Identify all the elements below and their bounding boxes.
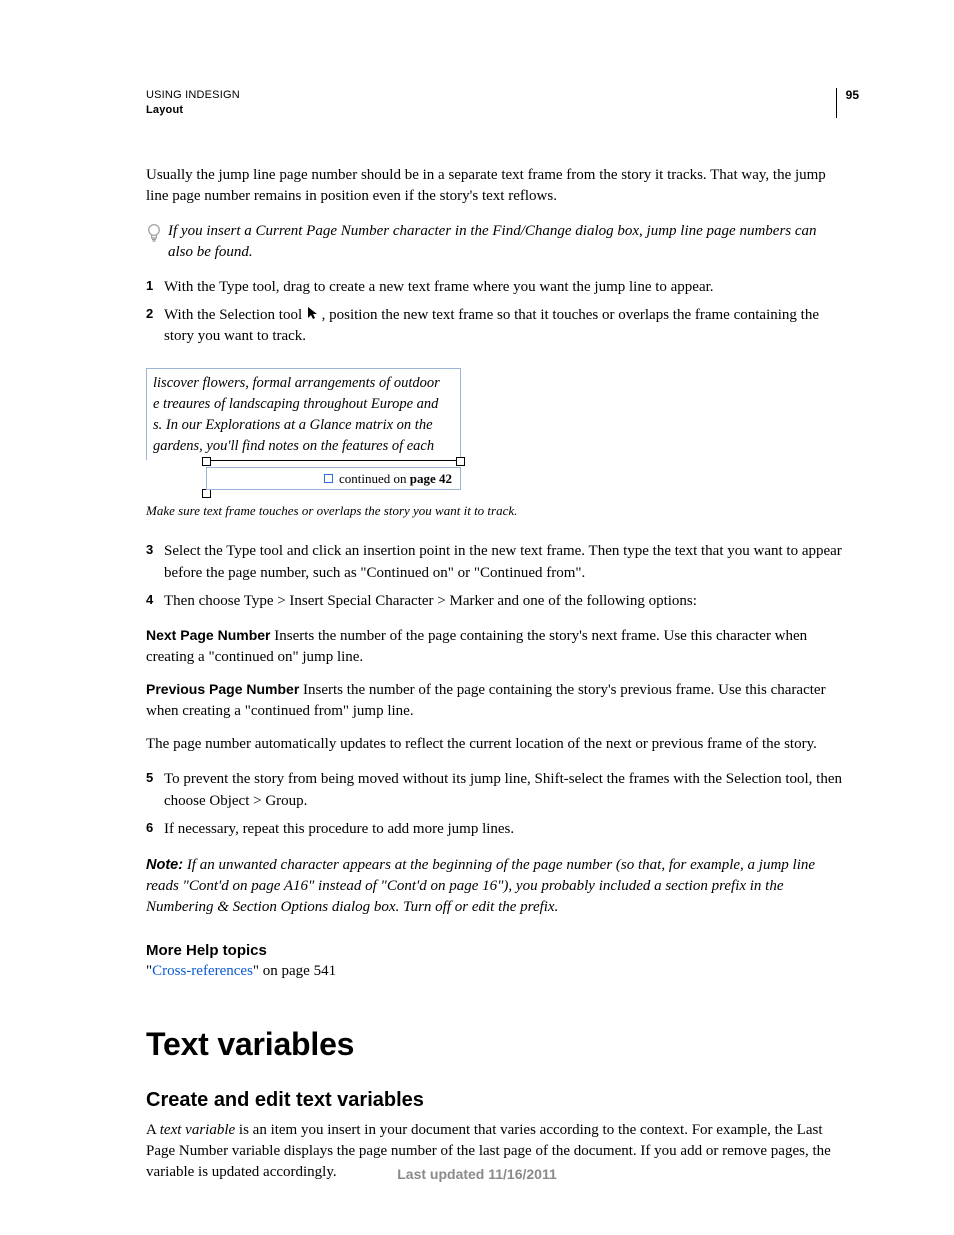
option-prev-page: Previous Page Number Inserts the number …	[146, 680, 844, 722]
subsection-heading: Create and edit text variables	[146, 1089, 844, 1112]
steps-1-2: With the Type tool, drag to create a new…	[146, 277, 844, 348]
lightbulb-icon	[146, 221, 162, 250]
jump-text: continued on	[339, 471, 410, 486]
frame-handle-icon	[202, 457, 211, 466]
step-4: Then choose Type > Insert Special Charac…	[146, 591, 844, 613]
step-6: If necessary, repeat this procedure to a…	[146, 819, 844, 841]
auto-update-paragraph: The page number automatically updates to…	[146, 734, 844, 755]
note-label: Note:	[146, 857, 183, 873]
step-2: With the Selection tool , position the n…	[146, 305, 844, 349]
tv-term: text variable	[160, 1122, 235, 1138]
section-heading: Text variables	[146, 1026, 844, 1063]
xref-suffix: " on page 541	[253, 963, 336, 979]
intro-paragraph: Usually the jump line page number should…	[146, 165, 844, 207]
step-5: To prevent the story from being moved wi…	[146, 769, 844, 813]
figure-line: liscover flowers, formal arrangements of…	[153, 373, 454, 394]
step-2-pre: With the Selection tool	[164, 307, 306, 323]
selection-tool-icon	[306, 306, 318, 320]
running-header: USING INDESIGN Layout 95	[146, 88, 844, 119]
tip-block: If you insert a Current Page Number char…	[146, 221, 844, 263]
note-block: Note: If an unwanted character appears a…	[146, 855, 844, 918]
frame-handle-icon	[202, 489, 211, 498]
cross-references-link[interactable]: Cross-references	[152, 963, 253, 979]
figure-jump-line: liscover flowers, formal arrangements of…	[146, 368, 461, 497]
option-next-page: Next Page Number Inserts the number of t…	[146, 626, 844, 668]
frame-handle-icon	[456, 457, 465, 466]
more-help-heading: More Help topics	[146, 942, 844, 959]
figure-line: s. In our Explorations at a Glance matri…	[153, 415, 454, 436]
page-number: 95	[836, 88, 859, 118]
figure-story-frame: liscover flowers, formal arrangements of…	[146, 368, 461, 460]
option-head: Next Page Number	[146, 627, 270, 643]
figure-line: e treaures of landscaping throughout Eur…	[153, 394, 454, 415]
figure-line: gardens, you'll find notes on the featur…	[153, 436, 454, 457]
note-body: If an unwanted character appears at the …	[146, 857, 815, 915]
jump-page: page 42	[410, 471, 452, 486]
step-1: With the Type tool, drag to create a new…	[146, 277, 844, 299]
product-name: USING INDESIGN	[146, 88, 240, 103]
inport-icon	[324, 474, 333, 483]
option-head: Previous Page Number	[146, 681, 299, 697]
tip-text: If you insert a Current Page Number char…	[168, 221, 844, 263]
jump-line-text-frame: continued on page 42	[206, 467, 461, 490]
step-3: Select the Type tool and click an insert…	[146, 541, 844, 585]
xref-line: "Cross-references" on page 541	[146, 963, 844, 980]
tv-pre: A	[146, 1122, 160, 1138]
steps-5-6: To prevent the story from being moved wi…	[146, 769, 844, 840]
figure-caption: Make sure text frame touches or overlaps…	[146, 503, 844, 519]
figure-jump-frame: continued on page 42	[206, 460, 461, 497]
chapter-name: Layout	[146, 103, 240, 118]
last-updated-footer: Last updated 11/16/2011	[0, 1166, 954, 1182]
steps-3-4: Select the Type tool and click an insert…	[146, 541, 844, 612]
